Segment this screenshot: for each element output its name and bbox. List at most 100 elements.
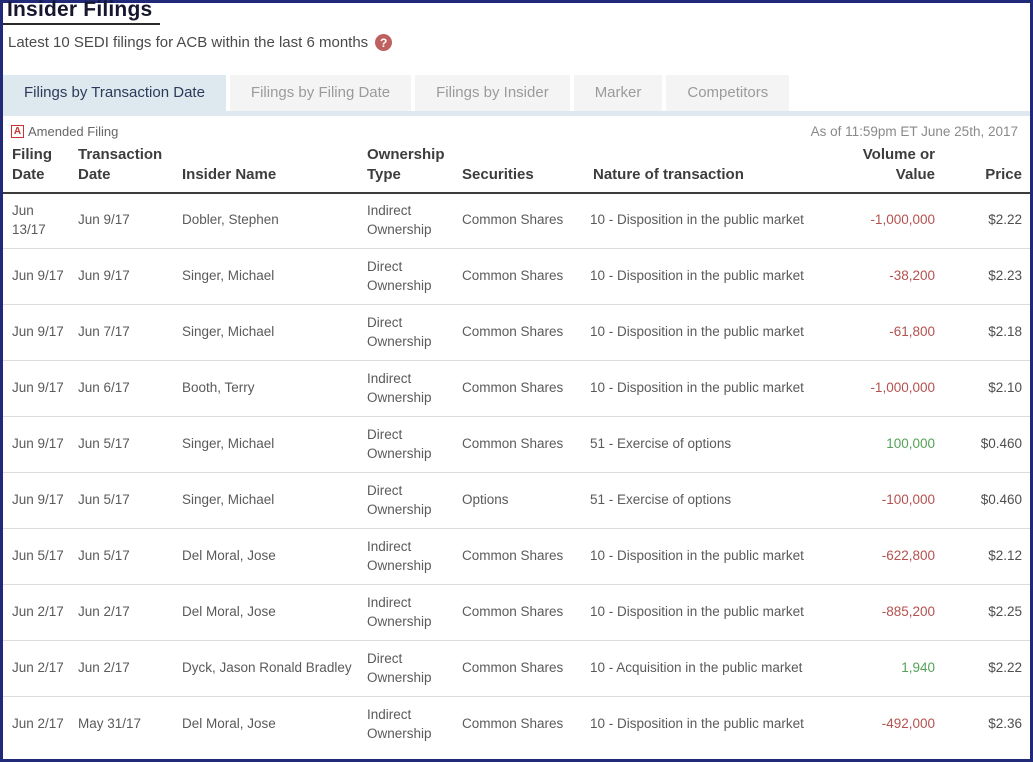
securities-cell: Common Shares [453,697,584,753]
tab-competitors[interactable]: Competitors [666,75,789,111]
amended-filing-legend: A Amended Filing [11,124,118,139]
insider-name-cell: Del Moral, Jose [173,529,358,585]
filing-date-cell: Jun 13/17 [3,193,69,249]
table-row: Jun 5/17Jun 5/17Del Moral, JoseIndirect … [3,529,1030,585]
volume-cell: -885,200 [849,585,939,641]
insider-name-cell: Singer, Michael [173,473,358,529]
table-row: Jun 2/17May 31/17Del Moral, JoseIndirect… [3,697,1030,753]
column-header-volume-or-value: Volume or Value [849,141,939,193]
transaction-date-cell: Jun 5/17 [69,417,173,473]
nature-cell: 10 - Acquisition in the public market [584,641,849,697]
volume-cell: -1,000,000 [849,361,939,417]
nature-cell: 10 - Disposition in the public market [584,305,849,361]
table-row: Jun 9/17Jun 7/17Singer, MichaelDirect Ow… [3,305,1030,361]
securities-cell: Common Shares [453,361,584,417]
subtitle-text: Latest 10 SEDI filings for ACB within th… [8,34,368,51]
nature-cell: 10 - Disposition in the public market [584,249,849,305]
volume-cell: 1,940 [849,641,939,697]
nature-cell: 10 - Disposition in the public market [584,697,849,753]
tab-marker[interactable]: Marker [574,75,663,111]
insider-name-cell: Singer, Michael [173,305,358,361]
table-row: Jun 9/17Jun 5/17Singer, MichaelDirect Ow… [3,417,1030,473]
volume-cell: -492,000 [849,697,939,753]
ownership-type-cell: Indirect Ownership [358,361,453,417]
insider-name-cell: Booth, Terry [173,361,358,417]
securities-cell: Common Shares [453,249,584,305]
tab-filings-by-filing-date[interactable]: Filings by Filing Date [230,75,411,111]
ownership-type-cell: Indirect Ownership [358,529,453,585]
nature-cell: 10 - Disposition in the public market [584,361,849,417]
filing-date-cell: Jun 9/17 [3,473,69,529]
nature-cell: 51 - Exercise of options [584,473,849,529]
price-cell: $2.36 [939,697,1030,753]
transaction-date-cell: May 31/17 [69,697,173,753]
insider-name-cell: Del Moral, Jose [173,697,358,753]
filing-date-cell: Jun 9/17 [3,249,69,305]
ownership-type-cell: Direct Ownership [358,641,453,697]
ownership-type-cell: Direct Ownership [358,305,453,361]
meta-row: A Amended Filing As of 11:59pm ET June 2… [3,116,1030,139]
nature-cell: 10 - Disposition in the public market [584,529,849,585]
price-cell: $2.23 [939,249,1030,305]
price-cell: $2.12 [939,529,1030,585]
filing-date-cell: Jun 9/17 [3,361,69,417]
filing-date-cell: Jun 9/17 [3,417,69,473]
column-header-insider-name: Insider Name [173,141,358,193]
filing-date-cell: Jun 2/17 [3,697,69,753]
table-header-row: Filing DateTransaction DateInsider NameO… [3,141,1030,193]
nature-cell: 10 - Disposition in the public market [584,585,849,641]
insider-name-cell: Del Moral, Jose [173,585,358,641]
filing-date-cell: Jun 5/17 [3,529,69,585]
price-cell: $2.22 [939,193,1030,249]
table-row: Jun 2/17Jun 2/17Dyck, Jason Ronald Bradl… [3,641,1030,697]
price-cell: $2.18 [939,305,1030,361]
table-row: Jun 9/17Jun 9/17Singer, MichaelDirect Ow… [3,249,1030,305]
table-row: Jun 9/17Jun 6/17Booth, TerryIndirect Own… [3,361,1030,417]
help-icon[interactable]: ? [375,34,392,51]
column-header-securities: Securities [453,141,584,193]
price-cell: $0.460 [939,473,1030,529]
page-title: Insider Filings [3,0,160,25]
price-cell: $2.22 [939,641,1030,697]
securities-cell: Common Shares [453,585,584,641]
transaction-date-cell: Jun 7/17 [69,305,173,361]
securities-cell: Common Shares [453,193,584,249]
amended-filing-label: Amended Filing [28,124,118,139]
securities-cell: Common Shares [453,529,584,585]
nature-cell: 51 - Exercise of options [584,417,849,473]
ownership-type-cell: Indirect Ownership [358,193,453,249]
price-cell: $2.25 [939,585,1030,641]
tab-filings-by-transaction-date[interactable]: Filings by Transaction Date [3,75,226,111]
amended-filing-icon: A [11,125,24,138]
column-header-nature-of-transaction: Nature of transaction [584,141,849,193]
volume-cell: -1,000,000 [849,193,939,249]
column-header-filing-date: Filing Date [3,141,69,193]
transaction-date-cell: Jun 6/17 [69,361,173,417]
price-cell: $2.10 [939,361,1030,417]
securities-cell: Common Shares [453,641,584,697]
column-header-transaction-date: Transaction Date [69,141,173,193]
insider-name-cell: Singer, Michael [173,417,358,473]
column-header-ownership-type: Ownership Type [358,141,453,193]
transaction-date-cell: Jun 5/17 [69,529,173,585]
ownership-type-cell: Indirect Ownership [358,697,453,753]
ownership-type-cell: Direct Ownership [358,249,453,305]
insider-name-cell: Dyck, Jason Ronald Bradley [173,641,358,697]
tab-filings-by-insider[interactable]: Filings by Insider [415,75,570,111]
insider-filings-widget: Insider Filings Latest 10 SEDI filings f… [3,3,1030,753]
column-header-price: Price [939,141,1030,193]
transaction-date-cell: Jun 2/17 [69,585,173,641]
table-row: Jun 13/17Jun 9/17Dobler, StephenIndirect… [3,193,1030,249]
filing-date-cell: Jun 2/17 [3,641,69,697]
ownership-type-cell: Direct Ownership [358,473,453,529]
transaction-date-cell: Jun 9/17 [69,193,173,249]
transaction-date-cell: Jun 5/17 [69,473,173,529]
transaction-date-cell: Jun 2/17 [69,641,173,697]
tab-bar: Filings by Transaction DateFilings by Fi… [3,75,1030,111]
volume-cell: -61,800 [849,305,939,361]
filings-table: Filing DateTransaction DateInsider NameO… [3,141,1030,753]
transaction-date-cell: Jun 9/17 [69,249,173,305]
securities-cell: Common Shares [453,417,584,473]
volume-cell: 100,000 [849,417,939,473]
ownership-type-cell: Direct Ownership [358,417,453,473]
